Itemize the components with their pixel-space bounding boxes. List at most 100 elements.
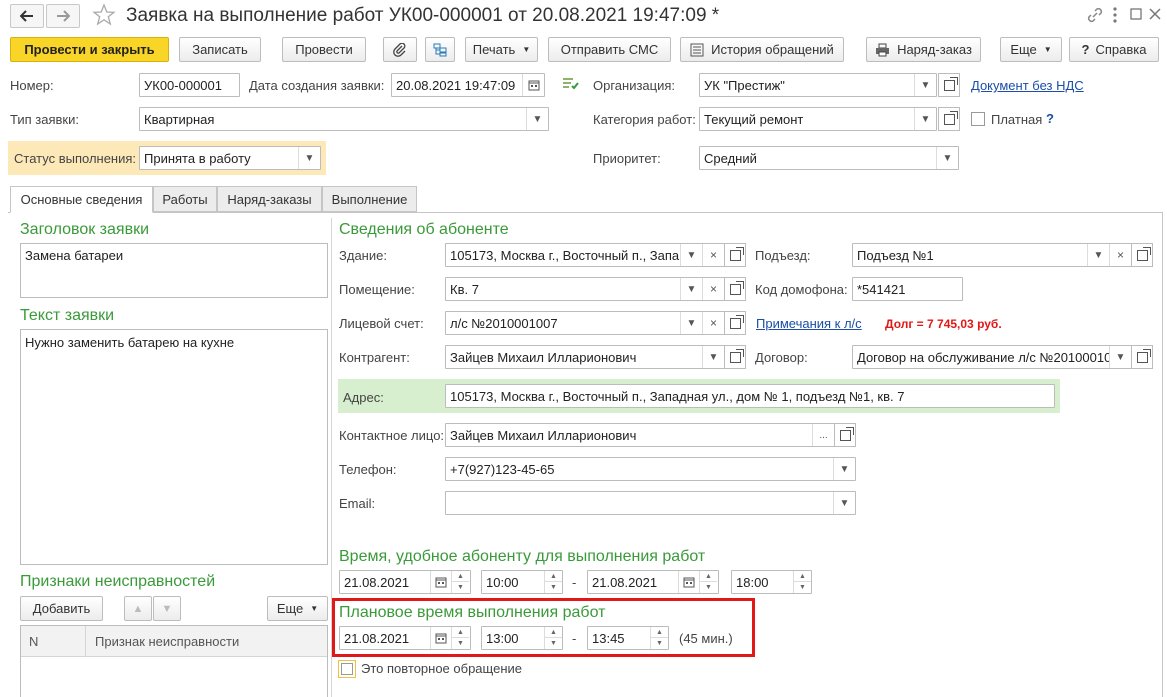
convenient-date-to[interactable]: 21.08.2021 ▲ ▼ [587, 570, 719, 594]
tab-execution[interactable]: Выполнение [322, 186, 417, 212]
convenient-time-to[interactable]: 18:00 ▲ ▼ [731, 570, 812, 594]
chevron-down-icon[interactable]: ▼ [702, 346, 724, 368]
request-text-input[interactable]: Нужно заменить батарею на кухне [20, 329, 328, 565]
tab-works[interactable]: Работы [153, 186, 217, 212]
doc-without-vat-link[interactable]: Документ без НДС [971, 78, 1084, 93]
chevron-down-icon[interactable]: ▼ [680, 312, 702, 334]
col-n[interactable]: N [29, 634, 38, 649]
chevron-down-icon[interactable]: ▼ [526, 108, 548, 130]
paid-checkbox[interactable] [971, 112, 985, 126]
priority-field[interactable]: Средний ▼ [699, 146, 959, 170]
save-button[interactable]: Записать [179, 37, 261, 62]
spin-down-icon[interactable]: ▼ [700, 582, 717, 593]
faults-more-button[interactable]: Еще ▼ [267, 596, 328, 621]
tab-main-info[interactable]: Основные сведения [10, 186, 153, 213]
date-spinner[interactable]: ▲ ▼ [451, 627, 469, 649]
open-contract-button[interactable] [1131, 345, 1153, 369]
calendar-icon[interactable] [430, 627, 450, 649]
chevron-down-icon[interactable]: ▼ [914, 74, 936, 96]
date-spinner[interactable]: ▲ ▼ [451, 571, 469, 593]
print-button[interactable]: Печать ▼ [465, 37, 538, 62]
select-icon[interactable]: ... [812, 424, 834, 446]
spin-up-icon[interactable]: ▲ [452, 571, 469, 582]
faults-table[interactable]: N Признак неисправности [20, 625, 328, 697]
open-contact-button[interactable] [834, 423, 856, 447]
chevron-down-icon[interactable]: ▼ [1087, 244, 1109, 266]
chevron-down-icon[interactable]: ▼ [914, 108, 936, 130]
col-fault-sign[interactable]: Признак неисправности [95, 634, 239, 649]
tab-work-orders[interactable]: Наряд-заказы [217, 186, 322, 212]
spin-up-icon[interactable]: ▲ [545, 571, 562, 582]
spin-down-icon[interactable]: ▼ [545, 638, 562, 649]
account-notes-link[interactable]: Примечания к л/с [756, 316, 862, 331]
more-icon[interactable] [1112, 6, 1126, 26]
created-date-field[interactable]: 20.08.2021 19:47:09 [391, 73, 545, 97]
spin-down-icon[interactable]: ▼ [545, 582, 562, 593]
entrance-field[interactable]: Подъезд №1 ▼ × [852, 243, 1132, 267]
back-button[interactable] [10, 4, 44, 28]
attach-button[interactable] [383, 37, 417, 62]
add-fault-button[interactable]: Добавить [20, 596, 103, 621]
work-order-button[interactable]: Наряд-заказ [866, 37, 981, 62]
spin-up-icon[interactable]: ▲ [700, 571, 717, 582]
structure-button[interactable] [425, 37, 455, 62]
clear-icon[interactable]: × [1109, 244, 1131, 266]
request-title-input[interactable]: Замена батареи [20, 243, 328, 298]
move-up-button[interactable]: ▲ [124, 596, 152, 621]
close-icon[interactable] [1147, 6, 1165, 26]
post-status-icon[interactable] [561, 76, 579, 94]
contract-field[interactable]: Договор на обслуживание л/с №20100010 ▼ [852, 345, 1132, 369]
type-field[interactable]: Квартирная ▼ [139, 107, 549, 131]
account-field[interactable]: л/с №2010001007 ▼ × [445, 311, 725, 335]
maximize-icon[interactable] [1128, 6, 1146, 26]
clear-icon[interactable]: × [702, 278, 724, 300]
convenient-time-from[interactable]: 10:00 ▲ ▼ [481, 570, 563, 594]
help-button[interactable]: ? Справка [1069, 37, 1159, 62]
post-button[interactable]: Провести [282, 37, 366, 62]
history-button[interactable]: История обращений [680, 37, 844, 62]
contact-field[interactable]: Зайцев Михаил Илларионович ... [445, 423, 835, 447]
chevron-down-icon[interactable]: ▼ [1109, 346, 1131, 368]
planned-time-from[interactable]: 13:00 ▲ ▼ [481, 626, 563, 650]
planned-date[interactable]: 21.08.2021 ▲ ▼ [339, 626, 471, 650]
email-field[interactable]: ▼ [445, 491, 856, 515]
open-category-button[interactable] [938, 107, 960, 131]
send-sms-button[interactable]: Отправить СМС [548, 37, 671, 62]
move-down-button[interactable]: ▼ [153, 596, 181, 621]
convenient-date-from[interactable]: 21.08.2021 ▲ ▼ [339, 570, 471, 594]
more-button[interactable]: Еще ▼ [1000, 37, 1062, 62]
spin-up-icon[interactable]: ▲ [651, 627, 668, 638]
contractor-field[interactable]: Зайцев Михаил Илларионович ▼ [445, 345, 725, 369]
post-and-close-button[interactable]: Провести и закрыть [10, 37, 169, 62]
open-building-button[interactable] [724, 243, 746, 267]
chevron-down-icon[interactable]: ▼ [680, 244, 702, 266]
number-field[interactable]: УК00-000001 [139, 73, 240, 97]
open-account-button[interactable] [724, 311, 746, 335]
open-room-button[interactable] [724, 277, 746, 301]
building-field[interactable]: 105173, Москва г., Восточный п., Запа ▼ … [445, 243, 725, 267]
spin-up-icon[interactable]: ▲ [794, 571, 811, 582]
clear-icon[interactable]: × [702, 312, 724, 334]
chevron-down-icon[interactable]: ▼ [680, 278, 702, 300]
calendar-icon[interactable] [430, 571, 450, 593]
planned-time-to[interactable]: 13:45 ▲ ▼ [587, 626, 669, 650]
spin-down-icon[interactable]: ▼ [452, 638, 469, 649]
chevron-down-icon[interactable]: ▼ [298, 147, 320, 169]
repeat-request-checkbox[interactable] [338, 660, 356, 678]
calendar-icon[interactable] [678, 571, 698, 593]
time-spinner[interactable]: ▲ ▼ [793, 571, 811, 593]
org-field[interactable]: УК "Престиж" ▼ [699, 73, 937, 97]
spin-down-icon[interactable]: ▼ [651, 638, 668, 649]
spin-down-icon[interactable]: ▼ [452, 582, 469, 593]
star-icon[interactable] [92, 3, 116, 29]
open-contractor-button[interactable] [724, 345, 746, 369]
address-field[interactable]: 105173, Москва г., Восточный п., Западна… [445, 384, 1055, 408]
spin-up-icon[interactable]: ▲ [545, 627, 562, 638]
link-icon[interactable] [1086, 6, 1106, 26]
calendar-icon[interactable] [522, 74, 544, 96]
time-spinner[interactable]: ▲ ▼ [544, 627, 562, 649]
chevron-down-icon[interactable]: ▼ [833, 458, 855, 480]
open-org-button[interactable] [938, 73, 960, 97]
paid-help-icon[interactable]: ? [1046, 111, 1054, 126]
chevron-down-icon[interactable]: ▼ [936, 147, 958, 169]
